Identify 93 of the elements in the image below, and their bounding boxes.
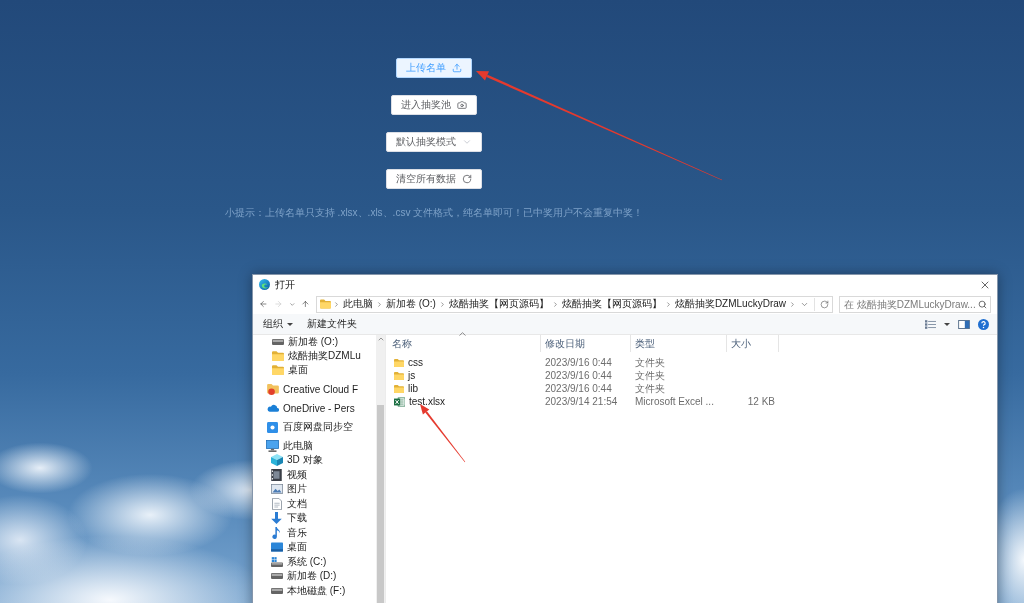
sidebar-item[interactable]: 系统 (C:)	[287, 554, 327, 569]
mode-select[interactable]: 默认抽奖模式	[386, 132, 482, 152]
scrollbar-track[interactable]	[376, 335, 385, 603]
drive-icon	[270, 573, 283, 580]
sidebar-item[interactable]: 文档	[287, 496, 307, 511]
column-header[interactable]: 修改日期	[541, 335, 631, 352]
file-type: 文件夹	[635, 355, 665, 370]
annotation-arrow	[420, 404, 466, 463]
folder-icon	[394, 370, 404, 381]
sidebar-item[interactable]: OneDrive - Pers	[283, 402, 355, 414]
refresh-icon[interactable]	[820, 299, 829, 309]
breadcrumb-item[interactable]: 炫酷抽奖DZMLuckyDraw	[673, 297, 787, 311]
sidebar-item[interactable]: 图片	[287, 482, 307, 497]
app-icon	[259, 279, 270, 290]
picture-icon	[270, 484, 283, 495]
modified-date: 2023/9/16 0:44	[545, 370, 612, 381]
chevron-right-icon	[332, 300, 340, 308]
window-title: 打开	[275, 277, 295, 292]
sidebar-item[interactable]: 视频	[287, 467, 307, 482]
preview-pane-icon[interactable]	[958, 319, 970, 329]
organize-menu-button[interactable]: 组织	[263, 317, 293, 331]
enter-pool-button[interactable]: 进入抽奖池	[391, 95, 477, 115]
modified-date: 2023/9/14 21:54	[545, 396, 618, 407]
upload-icon	[452, 63, 462, 73]
chevron-right-icon	[551, 300, 559, 308]
search-field[interactable]: 在 炫酷抽奖DZMLuckyDraw...	[839, 295, 991, 313]
modified-date: 2023/9/16 0:44	[545, 357, 612, 368]
sidebar-item[interactable]: 百度网盘同步空	[283, 420, 353, 434]
folder-icon	[271, 365, 284, 375]
chevron-right-icon	[438, 300, 446, 308]
clear-data-button[interactable]: 清空所有数据	[386, 169, 482, 189]
folder-icon	[394, 357, 404, 368]
file-type: 文件夹	[635, 381, 665, 396]
cube-icon	[270, 454, 283, 467]
back-arrow-icon[interactable]	[259, 298, 268, 310]
file-name[interactable]: css	[408, 357, 423, 368]
camera-icon	[457, 100, 467, 110]
badge-folder-icon	[266, 383, 279, 395]
file-name[interactable]: lib	[408, 383, 418, 394]
scroll-up-icon[interactable]	[376, 335, 385, 343]
scrollbar-thumb[interactable]	[377, 405, 384, 603]
drive-icon	[271, 339, 284, 345]
sidebar-item[interactable]: Creative Cloud F	[283, 383, 359, 395]
film-icon	[271, 468, 282, 481]
file-name[interactable]: test.xlsx	[409, 396, 446, 407]
search-icon[interactable]	[978, 299, 987, 309]
square-app-icon	[267, 421, 278, 433]
sidebar-item[interactable]: 桌面	[288, 363, 308, 377]
sidebar-item[interactable]: 桌面	[287, 540, 307, 555]
chevron-down-icon	[462, 137, 472, 147]
new-folder-button[interactable]: 新建文件夹	[307, 317, 357, 331]
sidebar-item[interactable]: 音乐	[287, 525, 307, 540]
column-header[interactable]: 大小	[727, 335, 779, 352]
column-header[interactable]: 类型	[631, 335, 727, 352]
refresh-icon	[462, 174, 472, 184]
sidebar-item[interactable]: 新加卷 (D:)	[287, 569, 337, 584]
folder-icon	[319, 299, 331, 309]
caret-down-icon	[944, 322, 950, 326]
chevron-right-icon	[664, 300, 672, 308]
monitor-icon	[266, 440, 279, 452]
sidebar-item[interactable]: 新加卷 (O:)	[288, 335, 338, 349]
spreadsheet-icon	[394, 396, 405, 407]
column-header[interactable]: 名称	[386, 335, 541, 352]
up-arrow-icon[interactable]	[301, 298, 310, 310]
music-note-icon	[272, 526, 281, 539]
file-size: 12 KB	[747, 396, 775, 407]
file-type: Microsoft Excel ...	[635, 396, 714, 407]
chevron-right-icon	[789, 300, 796, 308]
sidebar-item[interactable]: 炫酷抽奖DZMLu	[288, 349, 361, 363]
breadcrumb-item[interactable]: 炫酷抽奖【网页源码】	[447, 297, 550, 311]
file-type: 文件夹	[635, 368, 665, 383]
sidebar-item[interactable]: 本地磁盘 (F:)	[287, 583, 346, 598]
modified-date: 2023/9/16 0:44	[545, 383, 612, 394]
address-bar[interactable]: 此电脑 新加卷 (O:) 炫酷抽奖【网页源码】 炫酷抽奖【网页源码】 炫酷抽奖DZMLuckyDraw	[315, 295, 833, 313]
desktop-icon	[270, 542, 283, 553]
breadcrumb-item[interactable]: 此电脑	[341, 297, 374, 311]
sidebar-item[interactable]: 下载	[287, 511, 307, 526]
view-options-icon[interactable]	[925, 319, 936, 329]
document-icon	[271, 497, 282, 510]
drive-icon	[270, 587, 283, 594]
help-icon[interactable]	[978, 318, 989, 330]
sidebar-item[interactable]: 此电脑	[283, 439, 313, 453]
sidebar-item[interactable]: 3D 对象	[287, 453, 323, 468]
down-arrow-icon	[271, 512, 282, 525]
folder-icon	[271, 351, 284, 361]
breadcrumb-item[interactable]: 炫酷抽奖【网页源码】	[560, 297, 663, 311]
cloud-icon	[266, 404, 279, 412]
folder-icon	[394, 383, 404, 394]
system-drive-icon	[270, 556, 283, 567]
file-name[interactable]: js	[408, 370, 416, 381]
chevron-right-icon	[375, 300, 383, 308]
caret-down-icon	[287, 322, 293, 326]
breadcrumb-item[interactable]: 新加卷 (O:)	[384, 297, 437, 311]
